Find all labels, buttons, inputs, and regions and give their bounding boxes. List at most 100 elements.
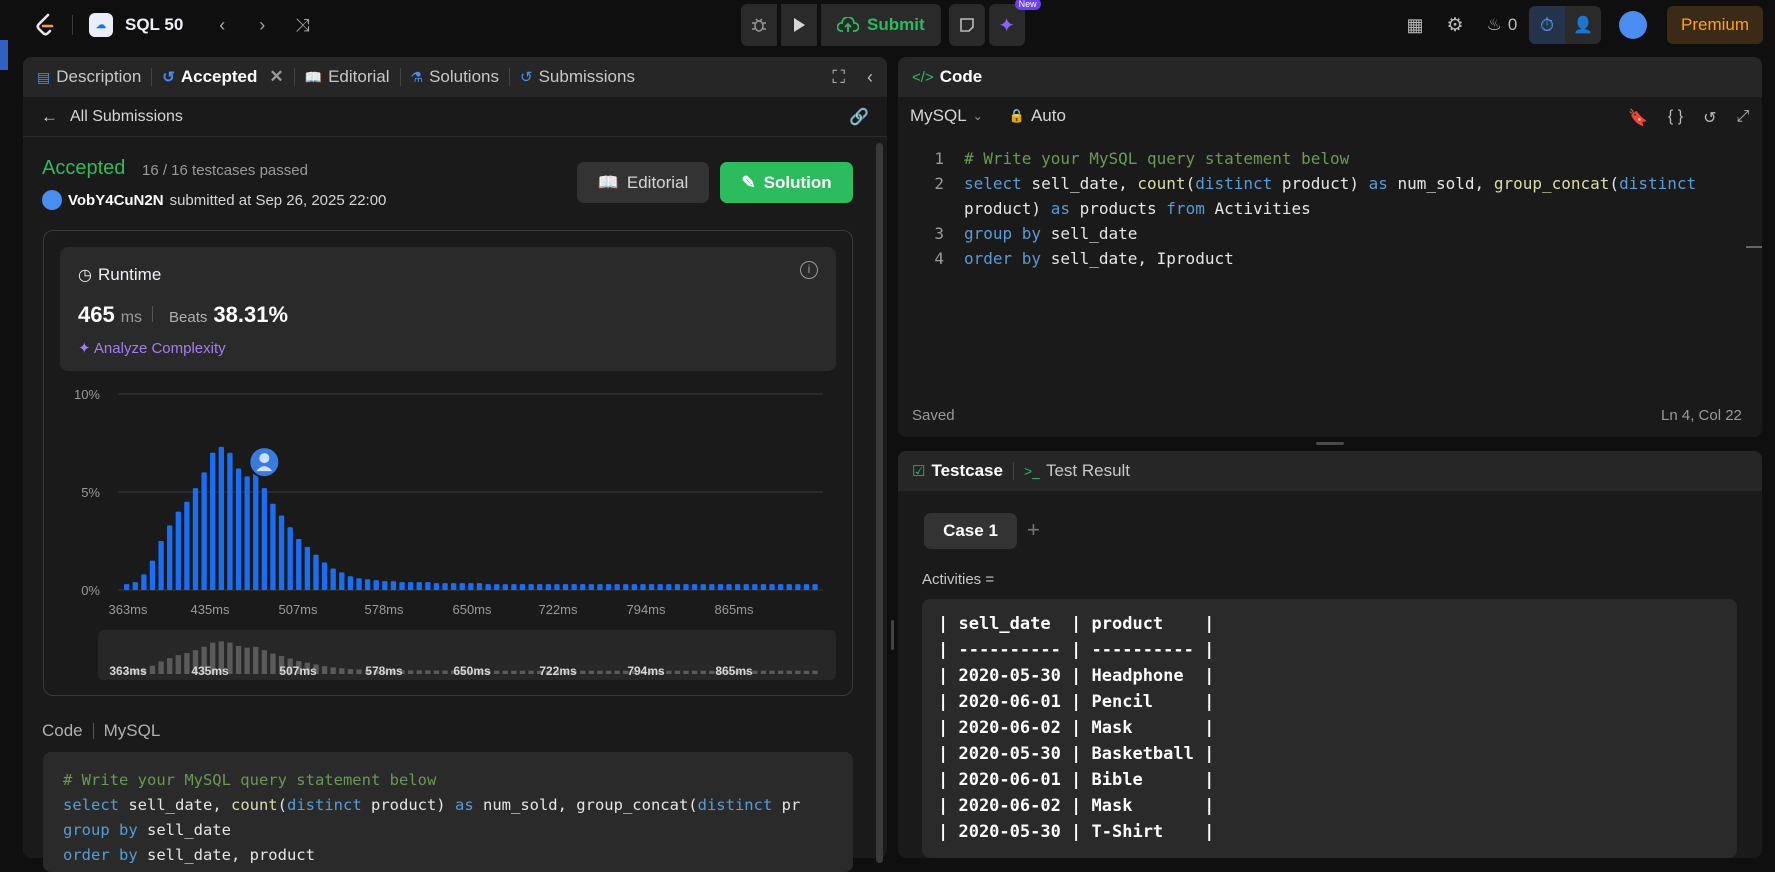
distribution-bar[interactable]: [786, 584, 792, 590]
distribution-bar[interactable]: [519, 584, 526, 590]
distribution-bar[interactable]: [261, 488, 268, 590]
distribution-bar[interactable]: [210, 452, 216, 590]
distribution-bar[interactable]: [425, 582, 431, 590]
tab-test-result[interactable]: >_ Test Result: [1024, 451, 1130, 491]
distribution-bar[interactable]: [657, 584, 663, 590]
distribution-bar[interactable]: [683, 584, 689, 590]
distribution-bar[interactable]: [803, 584, 810, 590]
expand-icon[interactable]: ⤢: [1736, 108, 1749, 128]
distribution-bar[interactable]: [347, 576, 354, 590]
distribution-bar[interactable]: [330, 568, 336, 590]
settings-gear-icon[interactable]: ⚙: [1435, 14, 1475, 37]
layout-icon[interactable]: ▦: [1395, 15, 1435, 36]
all-submissions-link[interactable]: All Submissions: [70, 108, 183, 126]
distribution-bar[interactable]: [769, 584, 775, 590]
distribution-bar[interactable]: [700, 584, 706, 590]
distribution-bar[interactable]: [244, 476, 250, 590]
distribution-bar[interactable]: [554, 584, 560, 590]
reset-icon[interactable]: ↺: [1703, 108, 1716, 128]
distribution-bar[interactable]: [597, 584, 603, 590]
panel-resize-handle[interactable]: [891, 620, 894, 650]
distribution-bar[interactable]: [270, 503, 276, 590]
distribution-bar[interactable]: [167, 525, 173, 590]
distribution-bar[interactable]: [450, 583, 457, 590]
distribution-bar[interactable]: [691, 584, 698, 590]
code-editor[interactable]: 1 # Write your MySQL query statement belo…: [898, 146, 1760, 366]
distribution-bar[interactable]: [201, 472, 207, 590]
distribution-bar[interactable]: [364, 579, 371, 590]
distribution-bar[interactable]: [149, 560, 156, 590]
tab-accepted[interactable]: ↺ Accepted ✕: [162, 57, 283, 97]
submit-button[interactable]: Submit: [821, 4, 941, 46]
distribution-bar[interactable]: [777, 584, 784, 590]
run-button[interactable]: [781, 4, 817, 46]
distribution-bar[interactable]: [304, 546, 311, 590]
distribution-bar[interactable]: [339, 572, 345, 590]
runtime-card[interactable]: ◷ Runtime i 465 ms Beats 38.31% ✦ Analyz…: [60, 247, 836, 371]
distribution-bar[interactable]: [141, 574, 147, 590]
distribution-bar[interactable]: [717, 584, 724, 590]
distribution-bar[interactable]: [227, 452, 233, 590]
avatar[interactable]: [1618, 11, 1647, 39]
distribution-bar[interactable]: [416, 582, 422, 590]
distribution-bar[interactable]: [588, 584, 595, 590]
distribution-bar[interactable]: [468, 583, 474, 590]
problem-list-title[interactable]: SQL 50: [125, 15, 183, 35]
distribution-bar[interactable]: [124, 584, 130, 590]
add-friend-button[interactable]: 👤: [1564, 6, 1601, 44]
distribution-bar[interactable]: [373, 580, 379, 590]
distribution-bar[interactable]: [184, 501, 190, 590]
vertical-resize-handle[interactable]: [1316, 442, 1344, 445]
distribution-bar[interactable]: [674, 584, 681, 590]
distribution-bar[interactable]: [562, 584, 569, 590]
distribution-bar[interactable]: [666, 584, 672, 590]
format-braces-icon[interactable]: { }: [1668, 108, 1683, 128]
distribution-bar[interactable]: [278, 515, 285, 590]
distribution-bar[interactable]: [313, 554, 319, 590]
tab-testcase[interactable]: ☑ Testcase: [912, 451, 1003, 491]
distribution-bar[interactable]: [571, 584, 577, 590]
distribution-bar[interactable]: [390, 581, 397, 590]
distribution-bar[interactable]: [537, 584, 543, 590]
prev-problem-icon[interactable]: ‹: [207, 15, 237, 36]
premium-button[interactable]: Premium: [1666, 6, 1763, 44]
distribution-bar[interactable]: [382, 581, 388, 590]
distribution-bar[interactable]: [407, 582, 414, 590]
distribution-bar[interactable]: [158, 541, 164, 590]
distribution-bar[interactable]: [648, 584, 655, 590]
distribution-bar[interactable]: [623, 584, 629, 590]
distribution-bar[interactable]: [356, 578, 362, 590]
tab-description[interactable]: ▤ Description: [37, 57, 141, 97]
leetcode-logo-icon[interactable]: [34, 12, 56, 38]
distribution-bar[interactable]: [235, 468, 242, 590]
activities-input-table[interactable]: | sell_date | product | | ---------- | -…: [922, 599, 1737, 858]
share-link-icon[interactable]: 🔗: [849, 107, 869, 127]
distribution-bar[interactable]: [709, 584, 715, 590]
debug-button[interactable]: [741, 4, 777, 46]
bookmark-icon[interactable]: 🔖: [1628, 108, 1648, 128]
timer-button[interactable]: ⏱: [1528, 6, 1565, 44]
distribution-bar[interactable]: [502, 584, 508, 590]
left-panel-scrollbar[interactable]: [876, 143, 883, 863]
distribution-bar[interactable]: [192, 488, 199, 590]
distribution-bar[interactable]: [494, 584, 500, 590]
shuffle-icon[interactable]: ⤨: [287, 15, 317, 36]
editorial-button[interactable]: 📖 Editorial: [577, 162, 709, 203]
distribution-bar[interactable]: [459, 583, 465, 590]
autocomplete-toggle[interactable]: 🔒 Auto: [1009, 106, 1066, 126]
distribution-bar[interactable]: [812, 584, 818, 590]
distribution-bar[interactable]: [399, 582, 405, 590]
distribution-bar[interactable]: [296, 539, 302, 590]
tab-solutions[interactable]: ⚗ Solutions: [411, 57, 500, 97]
distribution-bar[interactable]: [545, 584, 551, 590]
distribution-bar[interactable]: [795, 584, 801, 590]
distribution-bar[interactable]: [640, 584, 646, 590]
runtime-distribution-chart[interactable]: 10% 5% 0% 363ms 363ms 435ms 435ms 507ms 507ms 578…: [60, 376, 840, 686]
distribution-bar[interactable]: [726, 584, 732, 590]
language-select[interactable]: MySQL ⌄: [910, 106, 983, 126]
distribution-bar[interactable]: [605, 584, 612, 590]
distribution-bar[interactable]: [442, 583, 448, 590]
distribution-bar[interactable]: [580, 584, 586, 590]
back-to-submissions[interactable]: ← All Submissions 🔗: [23, 97, 887, 137]
distribution-bar[interactable]: [433, 583, 440, 590]
